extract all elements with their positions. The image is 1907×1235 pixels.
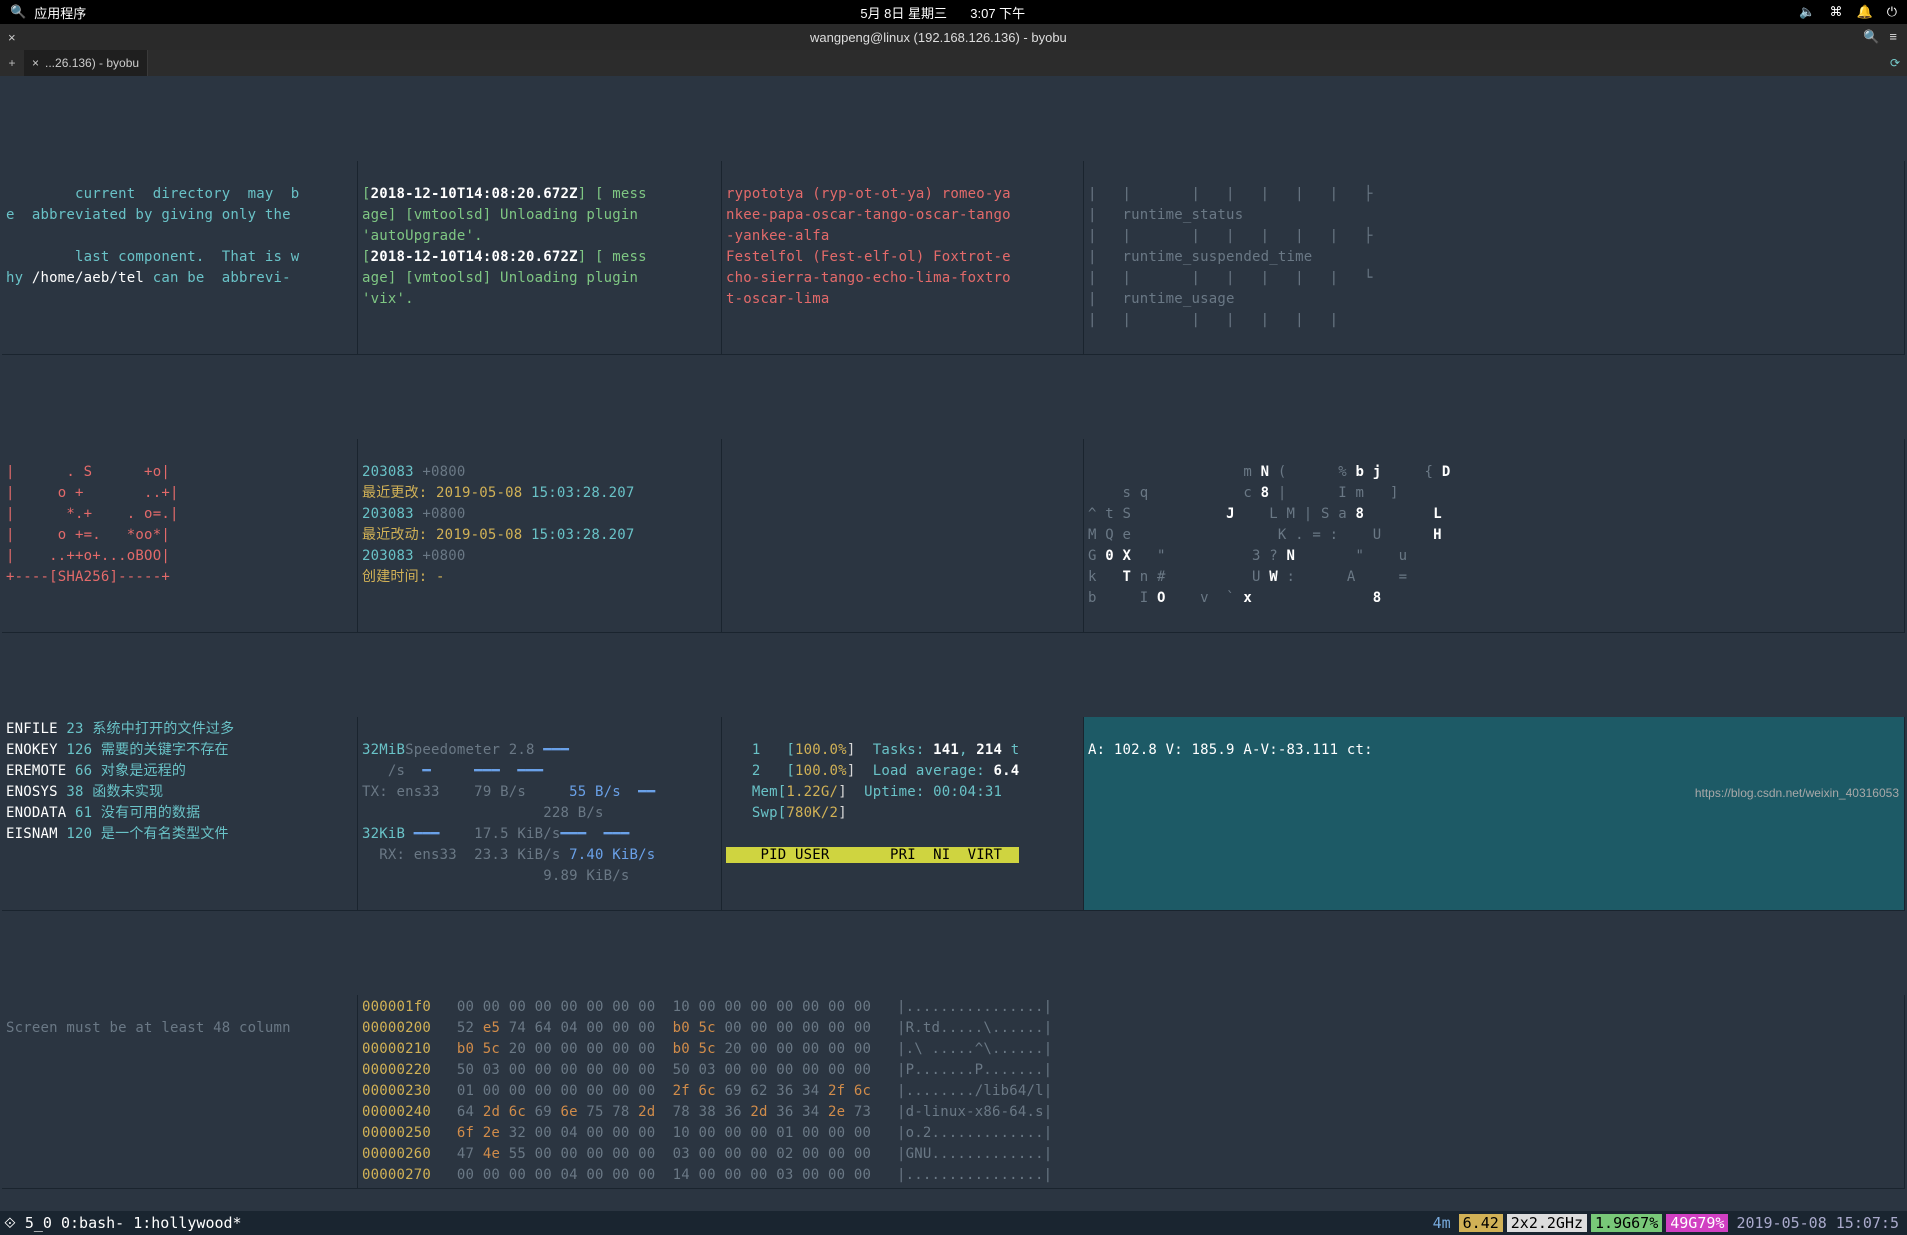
clock-date[interactable]: 5月 8日 星期三 [860, 3, 947, 22]
desktop-top-bar: 🔍 应用程序 5月 8日 星期三 3:07 下午 🔈 ⌘ 🔔 ⏻ [0, 0, 1907, 24]
pane-phonetic: rypototya (ryp-ot-ot-ya) romeo-ya nkee-p… [722, 161, 1084, 355]
status-left: ⟐ 5_0 0:bash- 1:hollywood* [4, 1214, 242, 1232]
window-title: wangpeng@linux (192.168.126.136) - byobu [24, 30, 1854, 45]
errno-line: ENOSYS 38 函数未实现 [6, 782, 353, 803]
pane-htop: 1 [100.0%] Tasks: 141, 214 t 2 [100.0%] … [722, 717, 1084, 911]
byobu-status-bar: ⟐ 5_0 0:bash- 1:hollywood* 4m 6.42 2x2.2… [0, 1211, 1907, 1235]
hex-row: 00000200 52 e5 74 64 04 00 00 00 b0 5c 0… [362, 1018, 1900, 1039]
hex-row: 00000240 64 2d 6c 69 6e 75 78 2d 78 38 3… [362, 1102, 1900, 1123]
terminal-tab-bar: + × ...26.136) - byobu ⟳ [0, 50, 1907, 76]
pane-blank1 [722, 439, 1084, 633]
pane-manpage: current directory may b e abbreviated by… [2, 161, 358, 355]
applications-menu[interactable]: 应用程序 [34, 3, 86, 22]
pane-sysfs-tree: | | | | | | | ├ | runtime_status | | | |… [1084, 161, 1905, 355]
pane-hexdump: 000001f0 00 00 00 00 00 00 00 00 10 00 0… [358, 995, 1905, 1189]
pane-vmtools-log: [2018-12-10T14:08:20.672Z] [ mess age] [… [358, 161, 722, 355]
htop-header: PID USER PRI NI VIRT [726, 847, 1019, 863]
errno-line: ENFILE 23 系统中打开的文件过多 [6, 719, 353, 740]
window-close-button[interactable]: × [0, 30, 24, 45]
errno-line: ENODATA 61 没有可用的数据 [6, 803, 353, 824]
clock-time[interactable]: 3:07 下午 [970, 3, 1025, 22]
status-load: 6.42 [1459, 1214, 1503, 1232]
hex-row: 00000260 47 4e 55 00 00 00 00 00 03 00 0… [362, 1144, 1900, 1165]
new-tab-button[interactable]: + [0, 50, 24, 76]
titlebar-search-icon[interactable]: 🔍 [1863, 29, 1879, 45]
tab-label: ...26.136) - byobu [45, 56, 139, 70]
hex-row: 000001f0 00 00 00 00 00 00 00 00 10 00 0… [362, 997, 1900, 1018]
search-icon[interactable]: 🔍 [10, 4, 26, 20]
hex-row: 00000210 b0 5c 20 00 00 00 00 00 b0 5c 2… [362, 1039, 1900, 1060]
errno-line: ENOKEY 126 需要的关键字不存在 [6, 740, 353, 761]
watermark-text: https://blog.csdn.net/weixin_40316053 [1695, 786, 1899, 800]
pane-matrix: m N ( % b j { D s q c 8 | I m ] ^ t S J … [1084, 439, 1905, 633]
titlebar-menu-icon[interactable]: ≡ [1889, 29, 1897, 45]
volume-icon[interactable]: 🔈 [1799, 4, 1815, 20]
notifications-icon[interactable]: 🔔 [1857, 4, 1873, 20]
terminal-tab[interactable]: × ...26.136) - byobu [24, 50, 148, 76]
status-cpu: 2x2.2GHz [1507, 1214, 1587, 1232]
tab-close-icon[interactable]: × [32, 56, 39, 70]
pane-avsync: A: 102.8 V: 185.9 A-V:-83.111 ct: [1084, 717, 1905, 911]
hex-row: 00000220 50 03 00 00 00 00 00 00 50 03 0… [362, 1060, 1900, 1081]
pane-ssh-randomart: | . S +o| | o + ..+| | *.+ . o=.| | o +=… [2, 439, 358, 633]
errno-line: EREMOTE 66 对象是远程的 [6, 761, 353, 782]
pane-too-narrow: Screen must be at least 48 column [2, 995, 358, 1189]
window-titlebar: × wangpeng@linux (192.168.126.136) - byo… [0, 24, 1907, 50]
status-date: 2019-05-08 15:07:5 [1732, 1214, 1903, 1232]
status-uptime: 4m [1429, 1214, 1455, 1232]
hex-row: 00000270 00 00 00 00 04 00 00 00 14 00 0… [362, 1165, 1900, 1186]
network-icon[interactable]: ⌘ [1830, 4, 1843, 20]
status-disk: 49G79% [1666, 1214, 1728, 1232]
terminal-content: current directory may b e abbreviated by… [0, 76, 1907, 1211]
tab-overflow-icon[interactable]: ⟳ [1883, 50, 1907, 76]
hex-row: 00000250 6f 2e 32 00 04 00 00 00 10 00 0… [362, 1123, 1900, 1144]
pane-stat: 203083 +0800 最近更改: 2019-05-08 15:03:28.2… [358, 439, 722, 633]
pane-errno: ENFILE 23 系统中打开的文件过多ENOKEY 126 需要的关键字不存在… [2, 717, 358, 911]
hex-row: 00000230 01 00 00 00 00 00 00 00 2f 6c 6… [362, 1081, 1900, 1102]
pane-speedometer: 32MiBSpeedometer 2.8 ━━━ /s ━ ━━━ ━━━ TX… [358, 717, 722, 911]
power-icon[interactable]: ⏻ [1887, 4, 1897, 20]
errno-line: EISNAM 120 是一个有名类型文件 [6, 824, 353, 845]
status-mem: 1.9G67% [1591, 1214, 1662, 1232]
